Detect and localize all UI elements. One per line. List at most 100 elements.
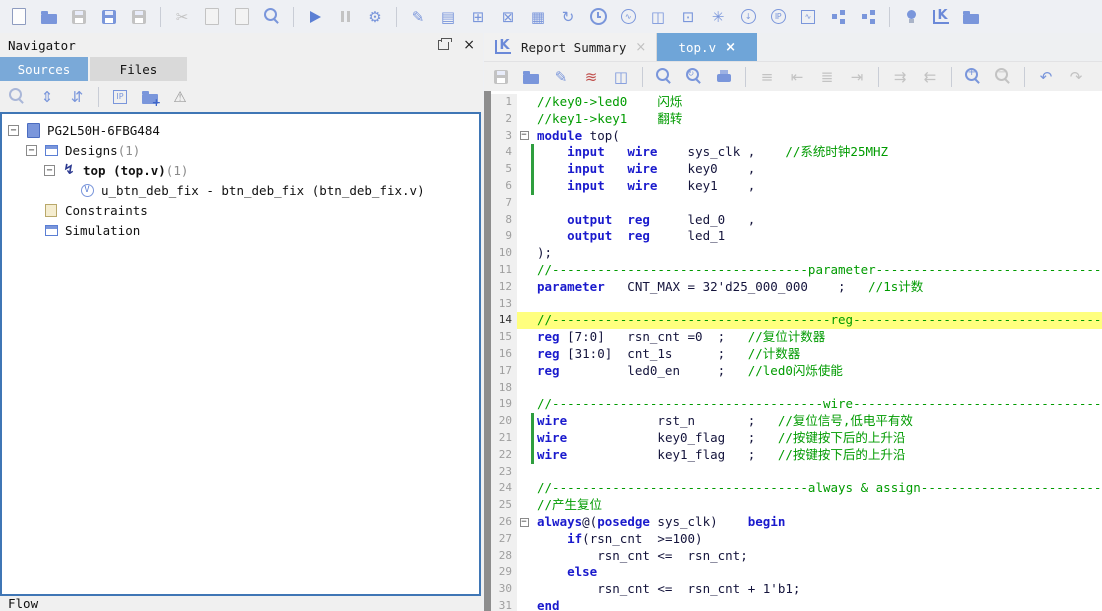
close-tab-icon[interactable]: ×: [725, 40, 736, 55]
save-all-icon[interactable]: [127, 5, 151, 29]
zoom-in-icon[interactable]: [961, 65, 985, 89]
messages-icon[interactable]: ⚠: [168, 85, 192, 109]
check-syntax-icon[interactable]: ≋: [579, 65, 603, 89]
indent-icon[interactable]: ⇥: [845, 65, 869, 89]
flow-panel-header[interactable]: Flow: [0, 596, 483, 611]
save-as-icon[interactable]: [97, 5, 121, 29]
run-flow-icon[interactable]: [303, 5, 327, 29]
code-line[interactable]: 9 output reg led_1: [484, 228, 1102, 245]
code-line[interactable]: 31end: [484, 598, 1102, 611]
open-project-icon[interactable]: [37, 5, 61, 29]
merge-right-icon[interactable]: ⇉: [888, 65, 912, 89]
code-line[interactable]: 25//产生复位: [484, 497, 1102, 514]
code-line[interactable]: 14//------------------------------------…: [484, 312, 1102, 329]
synthesize-icon[interactable]: ↻: [556, 5, 580, 29]
timing-analysis-icon[interactable]: ∿: [616, 5, 640, 29]
code-line[interactable]: 11//----------------------------------pa…: [484, 262, 1102, 279]
nav-tab-files[interactable]: Files: [90, 57, 187, 81]
code-line[interactable]: 24//----------------------------------al…: [484, 480, 1102, 497]
ip-center-icon[interactable]: IP: [766, 5, 790, 29]
undo-icon[interactable]: ↶: [1034, 65, 1058, 89]
tree-item-device[interactable]: −PG2L50H-6FBG484: [2, 120, 479, 140]
tree-item-constraints[interactable]: Constraints: [2, 200, 479, 220]
code-line[interactable]: 18: [484, 380, 1102, 397]
align-left-icon[interactable]: ≡: [755, 65, 779, 89]
save-icon[interactable]: [67, 5, 91, 29]
collapse-twisty-icon[interactable]: −: [8, 125, 19, 136]
hierarchy-view-icon[interactable]: [856, 5, 880, 29]
code-line[interactable]: 8 output reg led_0 ,: [484, 212, 1102, 229]
nav-tab-sources[interactable]: Sources: [0, 57, 88, 81]
tree-item-u-btn-deb-fix[interactable]: Vu_btn_deb_fix - btn_deb_fix (btn_deb_fi…: [2, 180, 479, 200]
find-replace-icon[interactable]: [682, 65, 706, 89]
device-viewer-icon[interactable]: ⊡: [676, 5, 700, 29]
code-line[interactable]: 1//key0->led0 闪烁: [484, 94, 1102, 111]
paste-icon[interactable]: [230, 5, 254, 29]
code-line[interactable]: 10);: [484, 245, 1102, 262]
align-block-icon[interactable]: ≣: [815, 65, 839, 89]
ip-catalog-icon[interactable]: IP: [108, 85, 132, 109]
expand-all-icon[interactable]: ⇕: [35, 85, 59, 109]
code-editor[interactable]: 1//key0->led0 闪烁2//key1->key1 翻转3−module…: [484, 91, 1102, 611]
code-line[interactable]: 7: [484, 195, 1102, 212]
tree-item-designs[interactable]: −Designs (1): [2, 140, 479, 160]
code-line[interactable]: 3−module top(: [484, 128, 1102, 145]
save-icon[interactable]: [489, 65, 513, 89]
find-in-files-icon[interactable]: [260, 5, 284, 29]
code-line[interactable]: 16reg [31:0] cnt_1s ; //计数器: [484, 346, 1102, 363]
waveform-viewer-icon[interactable]: ∿: [796, 5, 820, 29]
flow-settings-icon[interactable]: ⚙: [363, 5, 387, 29]
collapse-all-icon[interactable]: ⇵: [65, 85, 89, 109]
tree-item-top-module[interactable]: −↯top (top.v) (1): [2, 160, 479, 180]
code-line[interactable]: 28 rsn_cnt <= rsn_cnt;: [484, 548, 1102, 565]
float-panel-icon[interactable]: [438, 40, 449, 50]
edit-source-icon[interactable]: ✎: [549, 65, 573, 89]
schematic-viewer-icon[interactable]: ⊞: [466, 5, 490, 29]
merge-left-icon[interactable]: ⇇: [918, 65, 942, 89]
project-dir-icon[interactable]: [959, 5, 983, 29]
compare-view-icon[interactable]: ◫: [609, 65, 633, 89]
collapse-twisty-icon[interactable]: −: [26, 145, 37, 156]
tree-search-icon[interactable]: [5, 85, 29, 109]
new-file-icon[interactable]: [7, 5, 31, 29]
node-probe-icon[interactable]: [826, 5, 850, 29]
code-line[interactable]: 23: [484, 464, 1102, 481]
code-line[interactable]: 15reg [7:0] rsn_cnt =0 ; //复位计数器: [484, 329, 1102, 346]
zoom-out-icon[interactable]: [991, 65, 1015, 89]
design-summary-icon[interactable]: ◫: [646, 5, 670, 29]
code-line[interactable]: 26−always@(posedge sys_clk) begin: [484, 514, 1102, 531]
editor-tab-report-summary[interactable]: KReport Summary×: [484, 33, 657, 61]
code-line[interactable]: 4 input wire sys_clk , //系统时钟25MHZ: [484, 144, 1102, 161]
code-line[interactable]: 20wire rst_n ; //复位信号,低电平有效: [484, 413, 1102, 430]
close-tab-icon[interactable]: ×: [635, 40, 646, 55]
code-line[interactable]: 13: [484, 296, 1102, 313]
constraints-editor-icon[interactable]: ✎: [406, 5, 430, 29]
download-bitstream-icon[interactable]: ↓: [736, 5, 760, 29]
resource-table-icon[interactable]: ▦: [526, 5, 550, 29]
tree-item-simulation[interactable]: Simulation: [2, 220, 479, 240]
pango-logo-icon[interactable]: K: [929, 5, 953, 29]
print-icon[interactable]: [712, 65, 736, 89]
code-line[interactable]: 30 rsn_cnt <= rsn_cnt + 1'b1;: [484, 581, 1102, 598]
collapse-twisty-icon[interactable]: −: [44, 165, 55, 176]
close-panel-icon[interactable]: ×: [463, 38, 475, 52]
pause-flow-icon[interactable]: [333, 5, 357, 29]
outdent-icon[interactable]: ⇤: [785, 65, 809, 89]
redo-icon[interactable]: ↷: [1064, 65, 1088, 89]
tip-of-day-icon[interactable]: [899, 5, 923, 29]
code-line[interactable]: 2//key1->key1 翻转: [484, 111, 1102, 128]
find-icon[interactable]: [652, 65, 676, 89]
code-line[interactable]: 22wire key1_flag ; //按键按下后的上升沿: [484, 447, 1102, 464]
code-fold-icon[interactable]: −: [520, 518, 529, 527]
code-line[interactable]: 6 input wire key1 ,: [484, 178, 1102, 195]
netlist-viewer-icon[interactable]: ⊠: [496, 5, 520, 29]
code-line[interactable]: 12parameter CNT_MAX = 32'd25_000_000 ; /…: [484, 279, 1102, 296]
cut-icon[interactable]: ✂: [170, 5, 194, 29]
code-line[interactable]: 5 input wire key0 ,: [484, 161, 1102, 178]
editor-tab-top-v[interactable]: top.v×: [657, 33, 757, 61]
copy-icon[interactable]: [200, 5, 224, 29]
debugger-icon[interactable]: ✳: [706, 5, 730, 29]
open-file-icon[interactable]: [519, 65, 543, 89]
code-line[interactable]: 27 if(rsn_cnt >=100): [484, 531, 1102, 548]
run-schedule-icon[interactable]: [586, 5, 610, 29]
